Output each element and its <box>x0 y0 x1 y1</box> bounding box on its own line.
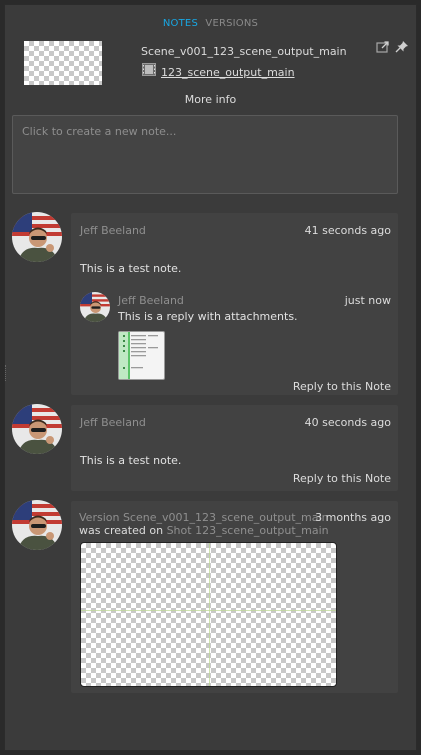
note-text: This is a test note. <box>80 262 182 275</box>
tab-bar: NOTES VERSIONS <box>5 18 416 29</box>
new-note-input[interactable]: Click to create a new note... <box>12 115 398 194</box>
created-on-line: was created on Shot 123_scene_output_mai… <box>79 524 329 537</box>
spreadsheet-preview-icon <box>119 332 158 379</box>
splitter-handle[interactable] <box>5 365 8 381</box>
activity-timestamp: 3 months ago <box>315 511 391 524</box>
entity-link[interactable]: 123_scene_output_main <box>161 66 295 79</box>
tab-versions[interactable]: VERSIONS <box>205 18 258 29</box>
avatar[interactable] <box>12 500 62 550</box>
user-photo-icon <box>12 212 62 262</box>
user-photo-icon <box>12 500 62 550</box>
note-card: Jeff Beeland 40 seconds ago This is a te… <box>71 405 398 491</box>
reply-avatar[interactable] <box>80 292 110 322</box>
version-preview-thumbnail[interactable] <box>80 542 337 687</box>
activity-stream-panel: NOTES VERSIONS Scene_v001_123_scene_outp… <box>4 4 417 751</box>
reply-timestamp: just now <box>344 294 391 307</box>
shot-link[interactable]: Shot 123_scene_output_main <box>167 524 329 537</box>
reply-to-note-link[interactable]: Reply to this Note <box>293 472 391 485</box>
note-author[interactable]: Jeff Beeland <box>80 224 146 237</box>
avatar[interactable] <box>12 404 62 454</box>
user-photo-icon <box>80 292 110 322</box>
version-activity-card: Version Scene_v001_123_scene_output_main… <box>71 501 398 693</box>
avatar[interactable] <box>12 212 62 262</box>
note-timestamp: 40 seconds ago <box>304 416 391 429</box>
tab-notes[interactable]: NOTES <box>163 18 198 29</box>
version-thumbnail[interactable] <box>24 41 102 85</box>
more-info-link[interactable]: More info <box>5 93 416 106</box>
film-icon <box>142 63 156 76</box>
created-on-text: was created on <box>79 524 164 537</box>
version-name: Scene_v001_123_scene_output_main <box>141 45 347 58</box>
attachment-thumbnail[interactable] <box>118 331 165 380</box>
note-card: Jeff Beeland 41 seconds ago This is a te… <box>71 213 398 395</box>
user-photo-icon <box>12 404 62 454</box>
version-link[interactable]: Version Scene_v001_123_scene_output_main <box>79 511 329 524</box>
note-author[interactable]: Jeff Beeland <box>80 416 146 429</box>
reply-author[interactable]: Jeff Beeland <box>118 294 184 307</box>
guide-line-horizontal <box>81 610 336 611</box>
note-text: This is a test note. <box>80 454 182 467</box>
reply-text: This is a reply with attachments. <box>118 310 298 323</box>
note-timestamp: 41 seconds ago <box>304 224 391 237</box>
reply-to-version-icon[interactable] <box>376 40 390 53</box>
reply-to-note-link[interactable]: Reply to this Note <box>293 380 391 393</box>
pin-icon[interactable] <box>395 40 409 53</box>
guide-line-vertical <box>209 543 210 686</box>
